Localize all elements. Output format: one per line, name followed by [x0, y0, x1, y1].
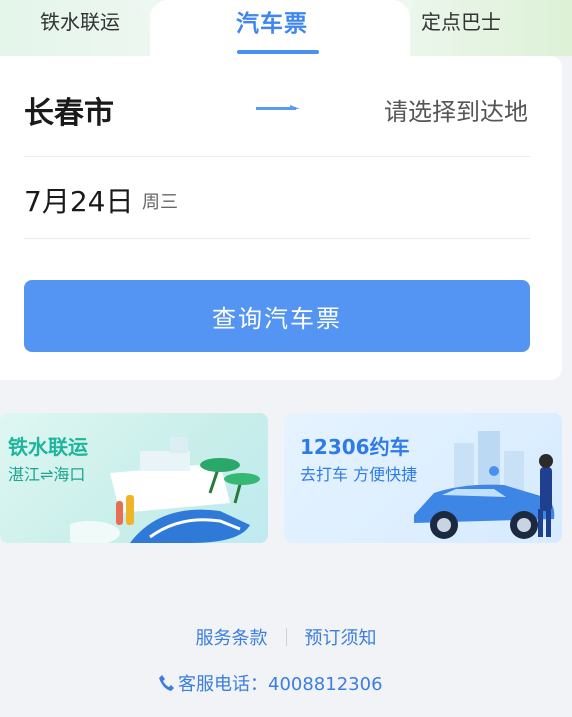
from-city[interactable]: 长春市: [24, 88, 114, 132]
divider: [24, 156, 530, 157]
date-selector[interactable]: 7月24日: [24, 180, 133, 220]
terms-link[interactable]: 服务条款: [196, 624, 268, 650]
direction-arrow-icon: [256, 105, 300, 110]
car-city-illustration-icon: [414, 431, 555, 539]
customer-service-hotline[interactable]: 客服电话：4008812306: [158, 670, 383, 696]
tab-rail-water[interactable]: 铁水联运: [40, 6, 120, 35]
weekday-label: 周三: [142, 192, 178, 213]
hotline-text: 客服电话：4008812306: [178, 674, 383, 695]
booking-notice-link[interactable]: 预订须知: [305, 624, 377, 650]
tab-fixed-bus[interactable]: 定点巴士: [421, 6, 501, 35]
search-bus-ticket-button[interactable]: 查询汽车票: [24, 280, 530, 352]
tab-bar: 铁水联运 汽车票 定点巴士: [0, 0, 572, 62]
rail-water-banner[interactable]: 铁水联运 湛江⇌海口: [0, 413, 268, 543]
divider: [285, 628, 287, 646]
ride-hailing-banner[interactable]: 12306约车 去打车 方便快捷: [284, 413, 562, 543]
divider: [24, 238, 530, 239]
destination-selector[interactable]: 请选择到达地: [384, 92, 528, 127]
phone-icon: [159, 675, 174, 691]
footer-links: 服务条款 预订须知: [0, 624, 572, 650]
tab-bus-ticket[interactable]: 汽车票: [236, 4, 308, 38]
ship-train-illustration-icon: [70, 437, 260, 543]
tab-active-indicator: [237, 50, 319, 54]
